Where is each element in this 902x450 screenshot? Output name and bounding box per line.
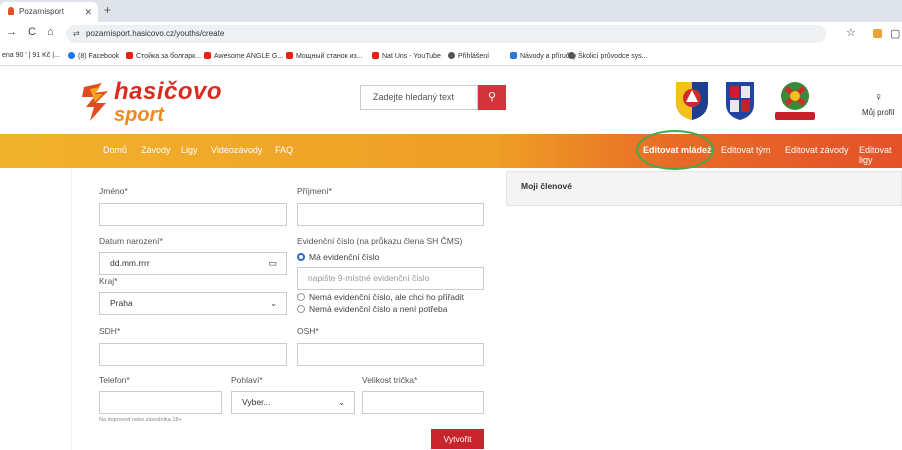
first-name-input[interactable] <box>99 203 287 226</box>
nav-leagues[interactable]: Ligy <box>181 145 198 155</box>
osh-input[interactable] <box>297 343 484 366</box>
back-icon[interactable]: → <box>6 26 17 38</box>
regional-coat-of-arms-icon[interactable] <box>720 78 760 122</box>
nav-faq[interactable]: FAQ <box>275 145 293 155</box>
calendar-icon[interactable]: ▭ <box>268 253 277 274</box>
bookmark-item[interactable]: Мощный станок из... <box>286 52 363 60</box>
region-label: Kraj* <box>99 276 118 286</box>
site-header: hasičovo sport Zadejte hledaný text ⚲ ♀ … <box>0 66 902 134</box>
volunteer-firefighters-emblem-icon[interactable] <box>770 78 820 122</box>
profile-link[interactable]: Můj profil <box>862 108 894 117</box>
chevron-down-icon: ⌄ <box>338 398 345 407</box>
bookmark-item[interactable]: Školicí průvodce sys... <box>568 52 648 60</box>
radio-has-number[interactable]: Má evidenční číslo <box>297 252 379 262</box>
shirt-size-input[interactable] <box>362 391 484 414</box>
osh-label: OSH* <box>297 326 319 336</box>
url-field[interactable]: ⇄ pozarnisport.hasicovo.cz/youths/create <box>66 25 826 43</box>
last-name-input[interactable] <box>297 203 484 226</box>
region-select[interactable]: Praha ⌄ <box>99 292 287 315</box>
globe-icon <box>568 52 575 59</box>
first-name-label: Jméno* <box>99 186 128 196</box>
radio-unselected-icon <box>297 305 305 313</box>
youtube-icon <box>126 52 133 59</box>
nav-races[interactable]: Závody <box>141 145 171 155</box>
bookmark-item[interactable]: (8) Facebook <box>68 52 119 60</box>
youtube-icon <box>204 52 211 59</box>
sdh-input[interactable] <box>99 343 287 366</box>
bookmark-item[interactable]: Awesome ANGLE G... <box>204 52 283 60</box>
nav-home[interactable]: Domů <box>103 145 127 155</box>
evidence-number-input[interactable]: napište 9-místné evidenční číslo <box>297 267 484 290</box>
extension-panel-icon[interactable]: ▢ <box>890 27 900 40</box>
left-margin <box>0 168 72 450</box>
members-panel-title: Moji členové <box>521 181 573 191</box>
nav-edit-leagues[interactable]: Editovat ligy <box>859 145 902 165</box>
radio-selected-icon <box>297 253 305 261</box>
nav-video-races[interactable]: Videozávody <box>211 145 262 155</box>
site-settings-icon[interactable]: ⇄ <box>73 25 80 43</box>
sdh-label: SDH* <box>99 326 121 336</box>
user-icon[interactable]: ♀ <box>874 90 883 104</box>
shirt-size-label: Velikost trička* <box>362 375 418 385</box>
youtube-icon <box>286 52 293 59</box>
bookmarks-bar: ena 90 ' | 91 Kč |... (8) Facebook Стойк… <box>0 46 902 66</box>
close-tab-icon[interactable]: ✕ <box>84 2 92 22</box>
bookmark-item[interactable]: Návody a příručky <box>510 52 576 60</box>
birth-date-label: Datum narození* <box>99 236 163 246</box>
create-button[interactable]: Vytvořit <box>431 429 484 449</box>
youtube-icon <box>372 52 379 59</box>
region-value: Praha <box>110 298 133 308</box>
radio-assign-number[interactable]: Nemá evidenční číslo, ale chci ho přiřad… <box>297 292 464 302</box>
home-icon[interactable]: ⌂ <box>47 26 54 38</box>
birth-date-placeholder: dd.mm.rrrr <box>110 258 150 268</box>
docs-icon <box>510 52 517 59</box>
search-button[interactable]: ⚲ <box>478 85 506 110</box>
birth-date-input[interactable]: dd.mm.rrrr ▭ <box>99 252 287 275</box>
bookmark-star-icon[interactable]: ☆ <box>846 26 856 39</box>
nav-edit-team[interactable]: Editovat tým <box>721 145 771 155</box>
bookmark-item[interactable]: Přihlášení <box>448 52 489 60</box>
site-favicon-icon <box>8 7 14 15</box>
logo-text-primary[interactable]: hasičovo <box>114 78 222 106</box>
browser-tab[interactable]: Pozarnisport ✕ <box>0 2 98 22</box>
phone-label: Telefon* <box>99 375 130 385</box>
address-bar-row: → C ⌂ ⇄ pozarnisport.hasicovo.cz/youths/… <box>0 22 902 46</box>
tab-title: Pozarnisport <box>19 7 64 16</box>
globe-icon <box>448 52 455 59</box>
url-text: pozarnisport.hasicovo.cz/youths/create <box>86 29 225 38</box>
facebook-icon <box>68 52 75 59</box>
highlight-annotation <box>636 130 714 170</box>
browser-tab-bar: Pozarnisport ✕ + <box>0 0 902 22</box>
chevron-down-icon: ⌄ <box>270 299 277 308</box>
gender-select[interactable]: Vyber... ⌄ <box>231 391 355 414</box>
bookmark-item[interactable]: Стойка за болгарк... <box>126 52 201 60</box>
phone-note: Na doprovod nebo závodníka 18+ <box>99 417 182 423</box>
main-navbar: Domů Závody Ligy Videozávody FAQ Editova… <box>0 134 902 168</box>
members-panel: Moji členové <box>506 171 902 206</box>
logo-text-secondary[interactable]: sport <box>114 104 164 127</box>
last-name-label: Příjmení* <box>297 186 332 196</box>
bookmark-item[interactable]: Nat Uns - YouTube <box>372 52 441 60</box>
flame-logo-icon[interactable] <box>80 81 110 123</box>
reload-icon[interactable]: C <box>28 26 36 38</box>
gender-label: Pohlaví* <box>231 375 263 385</box>
nav-edit-races[interactable]: Editovat závody <box>785 145 849 155</box>
phone-input[interactable] <box>99 391 222 414</box>
fire-association-emblem-icon[interactable] <box>672 78 712 122</box>
evidence-number-label: Evidenční číslo (na průkazu člena SH ČMS… <box>297 236 463 246</box>
search-icon: ⚲ <box>487 91 497 103</box>
radio-no-number[interactable]: Nemá evidenční číslo a není potřeba <box>297 304 447 314</box>
gender-value: Vyber... <box>242 397 271 407</box>
new-tab-icon[interactable]: + <box>104 3 111 17</box>
search-input[interactable]: Zadejte hledaný text <box>360 85 478 110</box>
bookmark-item[interactable]: ena 90 ' | 91 Kč |... <box>2 52 60 59</box>
radio-unselected-icon <box>297 293 305 301</box>
extension-icon[interactable] <box>873 29 882 38</box>
